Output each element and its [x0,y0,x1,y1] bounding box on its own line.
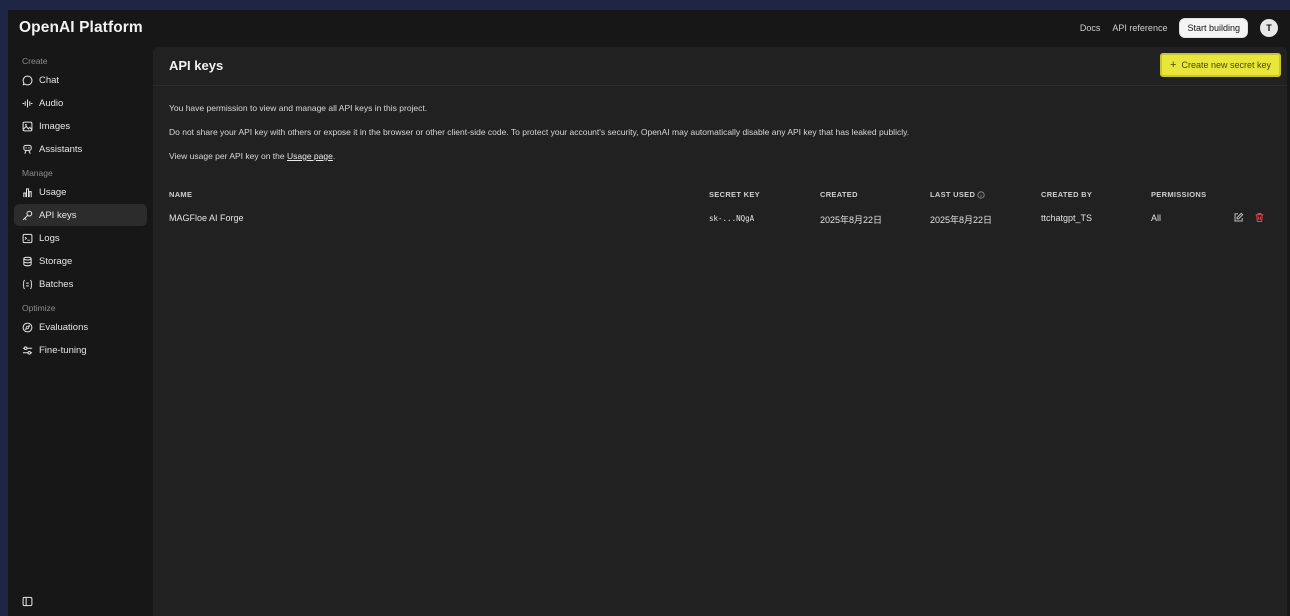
info-usage-text: View usage per API key on the Usage page… [169,144,1287,168]
column-header-created: CREATED [820,190,858,199]
info-text: You have permission to view and manage a… [153,96,1287,168]
storage-icon [23,256,32,266]
start-building-button[interactable]: Start building [1179,18,1248,38]
column-header-last-used-label: LAST USED [930,190,976,199]
fine-tuning-icon [22,345,33,355]
section-label-optimize: Optimize [22,303,56,313]
docs-link[interactable]: Docs [1080,23,1101,33]
column-header-permissions: PERMISSIONS [1151,190,1207,199]
sidebar-toggle-button[interactable] [22,594,33,612]
page-header: API keys + Create new secret key [153,47,1287,86]
plus-icon: + [1170,59,1177,71]
sidebar-item-label: Batches [39,278,74,290]
sidebar-item-label: Audio [39,97,64,109]
sidebar-item-label: Assistants [39,143,83,155]
api-reference-link[interactable]: API reference [1112,23,1167,33]
chat-icon [22,75,33,85]
assistants-icon [23,144,32,154]
sidebar-item-assistants[interactable]: Assistants [14,138,147,160]
usage-page-link[interactable]: Usage page [287,151,333,161]
column-header-last-used: LAST USED [930,190,985,199]
key-icon [22,210,33,220]
edit-icon[interactable] [1233,212,1244,223]
sidebar-item-logs[interactable]: Logs [14,227,147,249]
column-header-name: NAME [169,190,193,199]
table-header: NAME SECRET KEY CREATED LAST USED CREATE… [169,185,1277,209]
api-keys-table: NAME SECRET KEY CREATED LAST USED CREATE… [169,185,1277,233]
create-secret-key-label: Create new secret key [1181,60,1271,70]
user-avatar[interactable]: T [1260,19,1278,37]
top-bar: OpenAI Platform Docs API reference Start… [8,10,1290,47]
sidebar-item-batches[interactable]: Batches [14,273,147,295]
sidebar-toggle-icon [22,596,33,607]
page-title: API keys [169,58,224,73]
main-panel: API keys + Create new secret key You hav… [153,47,1287,616]
created-by-user: ttchatgpt_TS [1041,213,1093,223]
app-logo[interactable]: OpenAI Platform [19,19,143,37]
logs-icon [22,233,33,243]
section-label-manage: Manage [22,168,53,178]
sidebar-item-evaluations[interactable]: Evaluations [14,316,147,338]
sidebar-item-chat[interactable]: Chat [14,69,147,91]
sidebar-item-label: Usage [39,186,67,198]
info-security-text: Do not share your API key with others or… [169,127,910,137]
create-secret-key-button[interactable]: + Create new secret key [1160,53,1281,77]
section-label-create: Create [22,56,48,66]
last-used-date: 2025年8月22日 [930,215,993,225]
sidebar: Create Chat Audio Images Assistants Mana… [8,47,153,616]
sidebar-item-audio[interactable]: Audio [14,92,147,114]
sidebar-item-label: Storage [39,255,73,267]
sidebar-item-usage[interactable]: Usage [14,181,147,203]
sidebar-item-api-keys[interactable]: API keys [14,204,147,226]
secret-key-value: sk-...NQgA [709,214,755,223]
batches-icon [22,279,33,289]
top-actions: Docs API reference Start building T [1080,18,1278,38]
row-actions [1233,212,1265,223]
column-header-created-by: CREATED BY [1041,190,1093,199]
sidebar-item-label: Chat [39,74,60,86]
info-icon[interactable] [977,191,985,199]
created-date: 2025年8月22日 [820,215,883,225]
sidebar-item-label: Evaluations [39,321,89,333]
sidebar-item-label: Logs [39,232,60,244]
sidebar-item-label: Images [39,120,71,132]
sidebar-item-fine-tuning[interactable]: Fine-tuning [14,339,147,361]
key-name: MAGFloe AI Forge [169,213,244,223]
permissions-value: All [1151,213,1162,223]
sidebar-item-storage[interactable]: Storage [14,250,147,272]
sidebar-item-images[interactable]: Images [14,115,147,137]
app-window: OpenAI Platform Docs API reference Start… [8,10,1290,616]
sidebar-item-label: Fine-tuning [39,344,87,356]
column-header-secret-key: SECRET KEY [709,190,760,199]
delete-icon[interactable] [1254,212,1265,223]
images-icon [22,121,33,131]
audio-icon [22,98,33,108]
info-permission-text: You have permission to view and manage a… [169,103,428,113]
evaluations-icon [22,322,33,332]
usage-icon [23,187,32,197]
table-row: MAGFloe AI Forge sk-...NQgA 2025年8月22日 2… [169,209,1277,233]
info-usage-suffix: . [332,151,336,161]
sidebar-item-label: API keys [39,209,77,221]
info-usage-prefix: View usage per API key on the [169,151,287,161]
